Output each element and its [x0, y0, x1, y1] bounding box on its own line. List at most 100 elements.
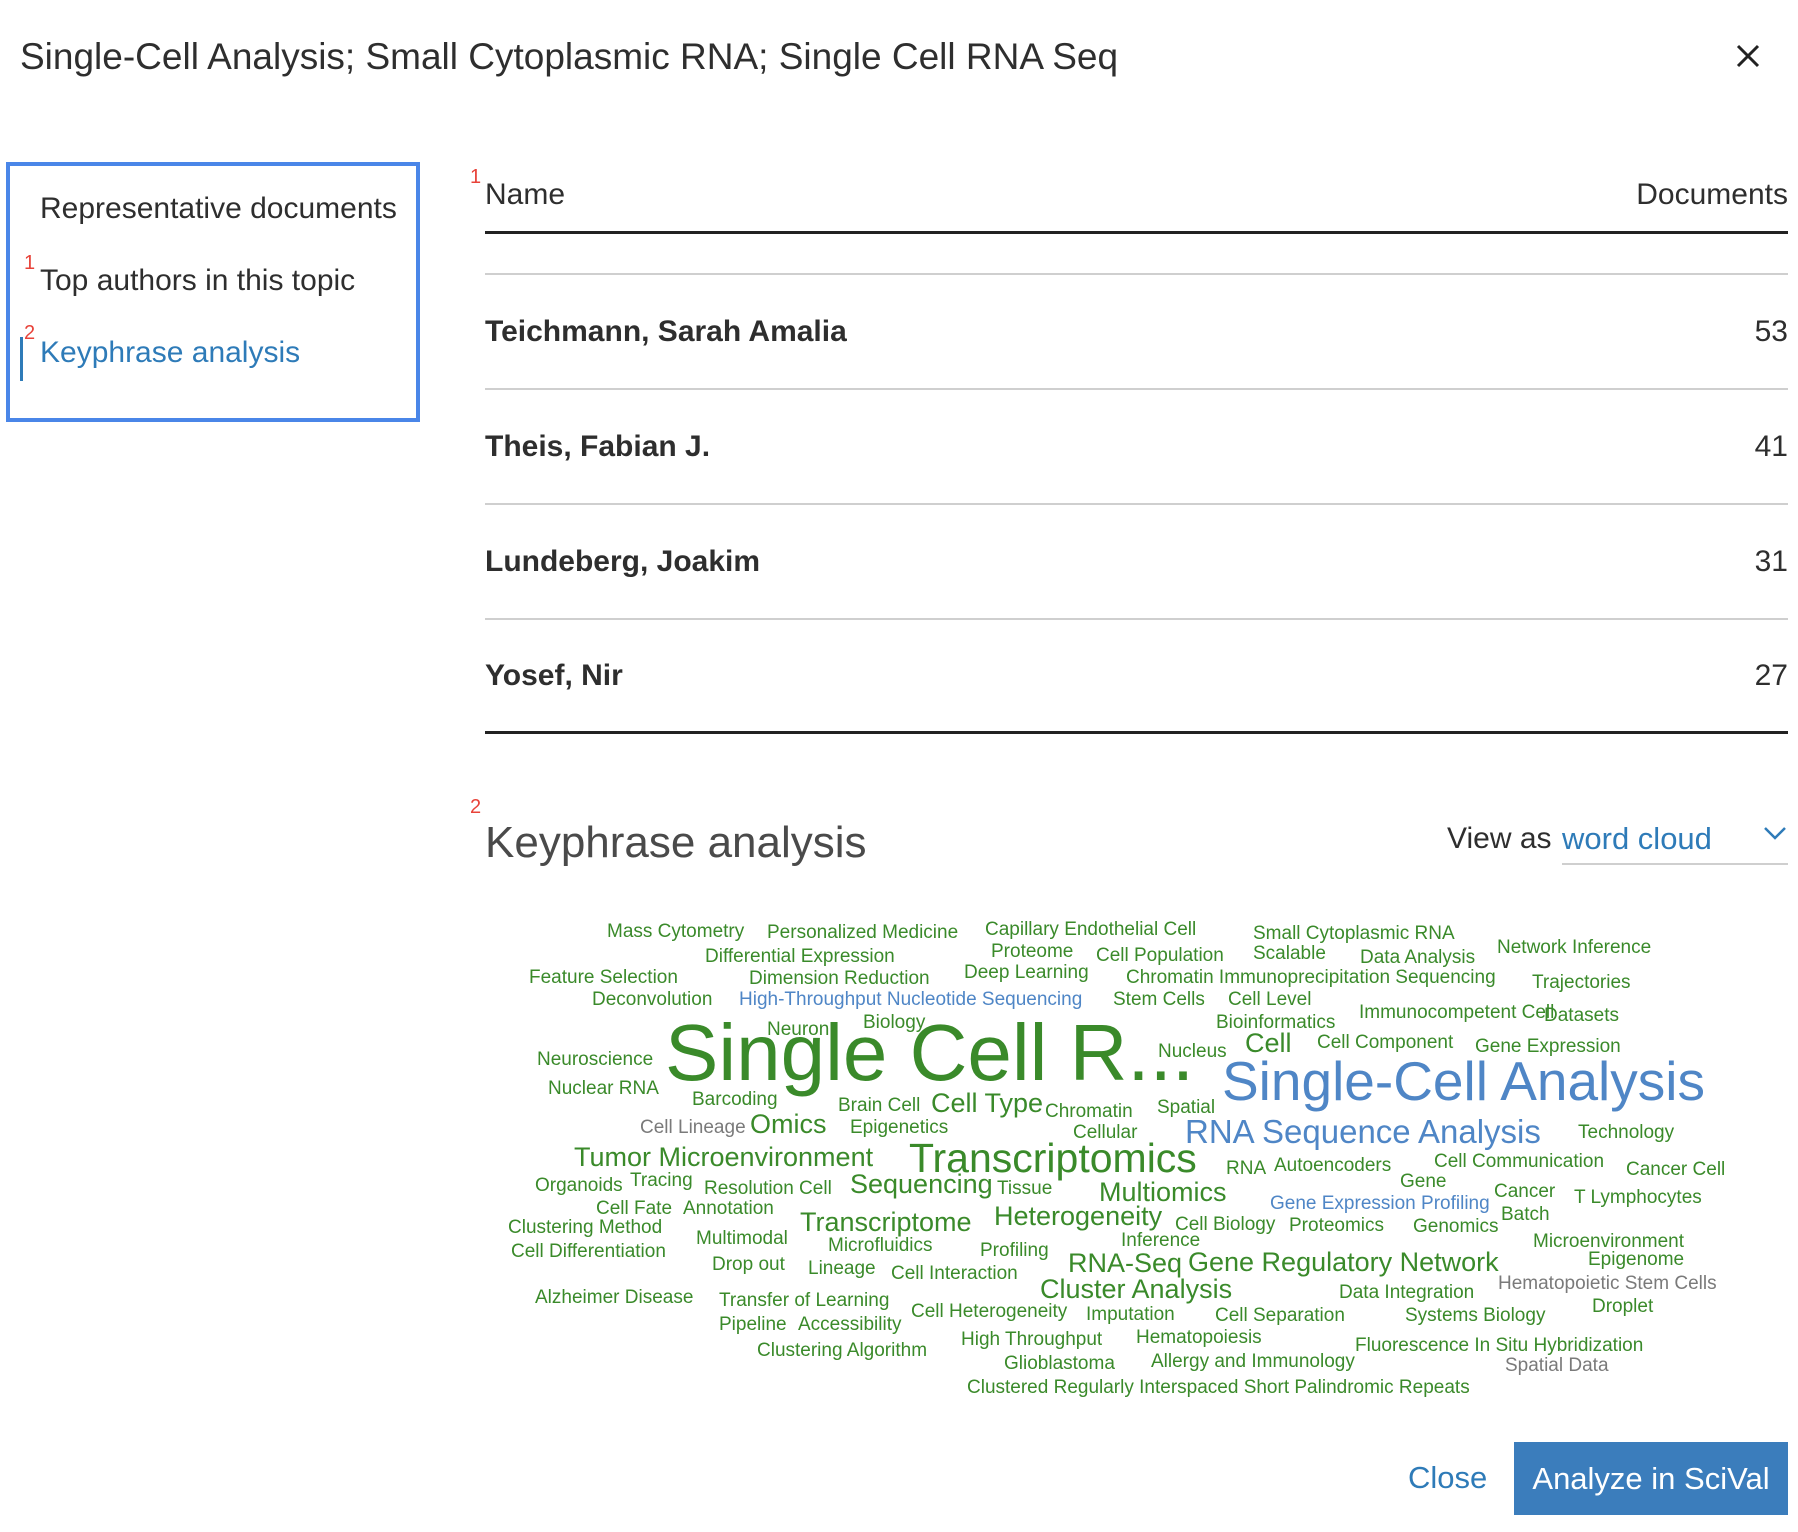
column-header-documents[interactable]: Documents	[1636, 178, 1788, 212]
keyphrase-word[interactable]: Tracing	[630, 1171, 693, 1190]
keyphrase-word[interactable]: Systems Biology	[1405, 1306, 1545, 1325]
keyphrase-word[interactable]: Personalized Medicine	[767, 923, 958, 942]
keyphrase-word[interactable]: Single Cell R...	[665, 1013, 1194, 1093]
keyphrase-word[interactable]: Clustered Regularly Interspaced Short Pa…	[967, 1378, 1470, 1397]
keyphrase-word[interactable]: Alzheimer Disease	[535, 1288, 693, 1307]
keyphrase-word[interactable]: Omics	[750, 1111, 827, 1138]
keyphrase-word[interactable]: Cell Type	[931, 1090, 1043, 1117]
keyphrase-word[interactable]: RNA	[1226, 1159, 1266, 1178]
keyphrase-word[interactable]: Accessibility	[798, 1315, 901, 1334]
keyphrase-word[interactable]: Heterogeneity	[994, 1203, 1162, 1230]
keyphrase-word[interactable]: High Throughput	[961, 1330, 1102, 1349]
nav-keyphrase-analysis[interactable]: Keyphrase analysis	[40, 336, 300, 370]
keyphrase-word[interactable]: Cell Separation	[1215, 1306, 1345, 1325]
keyphrase-word[interactable]: Chromatin	[1045, 1102, 1133, 1121]
keyphrase-word[interactable]: Batch	[1501, 1205, 1550, 1224]
keyphrase-word[interactable]: Datasets	[1544, 1006, 1619, 1025]
keyphrase-word[interactable]: Neuroscience	[537, 1050, 653, 1069]
keyphrase-word[interactable]: Chromatin Immunoprecipitation Sequencing	[1126, 968, 1496, 987]
keyphrase-word[interactable]: Cancer Cell	[1626, 1160, 1725, 1179]
keyphrase-word[interactable]: Multimodal	[696, 1229, 788, 1248]
keyphrase-word[interactable]: Nucleus	[1158, 1042, 1227, 1061]
keyphrase-word[interactable]: Data Integration	[1339, 1283, 1474, 1302]
keyphrase-word[interactable]: Droplet	[1592, 1297, 1653, 1316]
view-as-select[interactable]: word cloud	[1562, 815, 1788, 865]
author-name[interactable]: Yosef, Nir	[485, 659, 623, 693]
keyphrase-word[interactable]: Organoids	[535, 1176, 623, 1195]
keyphrase-word[interactable]: Feature Selection	[529, 968, 678, 987]
keyphrase-word[interactable]: Barcoding	[692, 1090, 778, 1109]
nav-top-authors[interactable]: Top authors in this topic	[40, 264, 355, 298]
keyphrase-word[interactable]: Gene Regulatory Network	[1188, 1249, 1499, 1276]
keyphrase-word[interactable]: Proteomics	[1289, 1216, 1384, 1235]
keyphrase-word[interactable]: Epigenome	[1588, 1250, 1684, 1269]
keyphrase-word[interactable]: Hematopoiesis	[1136, 1328, 1262, 1347]
keyphrase-word[interactable]: Gene Expression Profiling	[1270, 1194, 1490, 1213]
keyphrase-word[interactable]: Cell Interaction	[891, 1264, 1018, 1283]
keyphrase-word[interactable]: High-Throughput Nucleotide Sequencing	[739, 990, 1082, 1009]
keyphrase-word[interactable]: Clustering Method	[508, 1218, 662, 1237]
keyphrase-word[interactable]: Tissue	[997, 1179, 1052, 1198]
keyphrase-word[interactable]: Cell Fate	[596, 1199, 672, 1218]
keyphrase-word[interactable]: Mass Cytometry	[607, 922, 744, 941]
close-icon[interactable]	[1728, 36, 1768, 76]
keyphrase-word[interactable]: Transfer of Learning	[719, 1291, 889, 1310]
keyphrase-word[interactable]: Gene	[1400, 1172, 1446, 1191]
keyphrase-word[interactable]: Genomics	[1413, 1217, 1499, 1236]
keyphrase-word[interactable]: Cell Level	[1228, 990, 1311, 1009]
keyphrase-word[interactable]: Scalable	[1253, 944, 1326, 963]
keyphrase-word[interactable]: Immunocompetent Cell	[1359, 1003, 1554, 1022]
keyphrase-word[interactable]: Glioblastoma	[1004, 1354, 1115, 1373]
keyphrase-word[interactable]: Cluster Analysis	[1040, 1276, 1232, 1303]
keyphrase-word[interactable]: T Lymphocytes	[1574, 1188, 1702, 1207]
author-name[interactable]: Lundeberg, Joakim	[485, 545, 760, 579]
nav-marker-2: 2	[24, 322, 36, 344]
keyphrase-word[interactable]: Network Inference	[1497, 938, 1651, 957]
column-header-name[interactable]: Name	[485, 178, 565, 211]
keyphrase-word[interactable]: Cell Population	[1096, 946, 1224, 965]
keyphrase-word[interactable]: Pipeline	[719, 1315, 787, 1334]
keyphrase-word[interactable]: Deep Learning	[964, 963, 1089, 982]
keyphrase-word[interactable]: Differential Expression	[705, 947, 895, 966]
keyphrase-word[interactable]: Imputation	[1086, 1305, 1175, 1324]
keyphrase-word[interactable]: RNA-Seq	[1068, 1250, 1182, 1277]
keyphrase-word[interactable]: Data Analysis	[1360, 948, 1475, 967]
keyphrase-word[interactable]: Cell Differentiation	[511, 1242, 666, 1261]
keyphrase-word[interactable]: Microfluidics	[828, 1236, 933, 1255]
keyphrase-word[interactable]: Trajectories	[1532, 973, 1631, 992]
keyphrase-word[interactable]: Small Cytoplasmic RNA	[1253, 924, 1455, 943]
keyphrase-word[interactable]: Annotation	[683, 1199, 774, 1218]
close-button[interactable]: Close	[1408, 1460, 1487, 1496]
keyphrase-word[interactable]: Resolution Cell	[704, 1179, 832, 1198]
keyphrase-word[interactable]: Clustering Algorithm	[757, 1341, 927, 1360]
author-name[interactable]: Theis, Fabian J.	[485, 430, 710, 464]
keyphrase-word[interactable]: Autoencoders	[1274, 1156, 1391, 1175]
author-name[interactable]: Teichmann, Sarah Amalia	[485, 315, 847, 349]
keyphrase-word[interactable]: Spatial Data	[1505, 1356, 1609, 1375]
keyphrase-word[interactable]: Cell Communication	[1434, 1152, 1604, 1171]
keyphrase-word[interactable]: Cancer	[1494, 1182, 1555, 1201]
keyphrase-word[interactable]: Hematopoietic Stem Cells	[1498, 1274, 1717, 1293]
keyphrase-word[interactable]: Deconvolution	[592, 990, 712, 1009]
keyphrase-word[interactable]: Brain Cell	[838, 1096, 920, 1115]
keyphrase-word[interactable]: Drop out	[712, 1255, 785, 1274]
keyphrase-word[interactable]: RNA Sequence Analysis	[1185, 1115, 1541, 1148]
keyphrase-word[interactable]: Proteome	[991, 942, 1073, 961]
keyphrase-word[interactable]: Stem Cells	[1113, 990, 1205, 1009]
keyphrase-word[interactable]: Sequencing	[850, 1171, 993, 1198]
keyphrase-word[interactable]: Allergy and Immunology	[1151, 1352, 1355, 1371]
keyphrase-word[interactable]: Technology	[1578, 1123, 1674, 1142]
keyphrase-word[interactable]: Cell Lineage	[640, 1118, 746, 1137]
nav-representative-documents[interactable]: Representative documents	[40, 192, 397, 226]
keyphrase-word[interactable]: Lineage	[808, 1259, 876, 1278]
keyphrase-word[interactable]: Nuclear RNA	[548, 1079, 659, 1098]
keyphrase-word[interactable]: Dimension Reduction	[749, 969, 930, 988]
keyphrase-word[interactable]: Capillary Endothelial Cell	[985, 920, 1196, 939]
keyphrase-word[interactable]: Single-Cell Analysis	[1222, 1054, 1705, 1109]
keyphrase-word[interactable]: Fluorescence In Situ Hybridization	[1355, 1336, 1643, 1355]
keyphrase-word[interactable]: Tumor Microenvironment	[574, 1144, 873, 1171]
keyphrase-word[interactable]: Profiling	[980, 1241, 1049, 1260]
keyphrase-word[interactable]: Cell Heterogeneity	[911, 1302, 1067, 1321]
keyphrase-word[interactable]: Transcriptome	[800, 1209, 972, 1236]
analyze-in-scival-button[interactable]: Analyze in SciVal	[1514, 1442, 1788, 1515]
